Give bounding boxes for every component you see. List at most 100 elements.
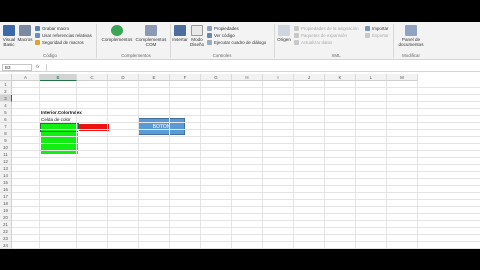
properties-button[interactable]: Propiedades — [207, 25, 239, 31]
row-header-22[interactable]: 22 — [0, 228, 12, 235]
worksheet-grid[interactable]: ABCDEFGHIJKLM 1 2 3 4 5 6 7 8 9 10 11 12 13 14 15 16 17 1… — [0, 74, 480, 249]
column-header-j[interactable]: J — [294, 74, 325, 81]
design-mode-button[interactable]: Modo Diseño — [189, 25, 205, 47]
gridline-vertical — [169, 81, 170, 249]
row-header-24[interactable]: 24 — [0, 242, 12, 249]
export-icon — [365, 32, 370, 38]
gridline-vertical — [293, 81, 294, 249]
view-code-icon — [207, 32, 212, 38]
gridline-vertical — [417, 81, 418, 249]
record-macro-button[interactable]: Grabar macro — [35, 25, 69, 31]
row-header-10[interactable]: 10 — [0, 144, 12, 151]
addins-icon — [111, 25, 123, 36]
select-all-corner[interactable] — [0, 74, 12, 81]
row-header-14[interactable]: 14 — [0, 172, 12, 179]
row-header-19[interactable]: 19 — [0, 207, 12, 214]
run-dialog-button[interactable]: Ejecutar cuadro de diálogo — [207, 39, 266, 45]
warning-icon — [35, 39, 40, 45]
insert-control-button[interactable]: Insertar — [172, 25, 188, 42]
row-header-13[interactable]: 13 — [0, 165, 12, 172]
gridline-horizontal — [12, 178, 480, 179]
row-header-8[interactable]: 8 — [0, 130, 12, 137]
row-header-6[interactable]: 6 — [0, 116, 12, 123]
column-header-k[interactable]: K — [325, 74, 356, 81]
macro-security-button[interactable]: Seguridad de macros — [35, 39, 84, 45]
excel-window: Visual Basic Macros Grabar macro Usar re… — [0, 22, 480, 249]
gridline-horizontal — [12, 136, 480, 137]
boton-shape-button[interactable]: BOTON — [138, 118, 185, 135]
code-group-label: Código — [43, 53, 57, 58]
column-header-c[interactable]: C — [77, 74, 108, 81]
view-code-button[interactable]: Ver código — [207, 32, 235, 38]
gridline-horizontal — [12, 143, 480, 144]
gridline-horizontal — [12, 108, 480, 109]
visual-basic-icon — [3, 25, 15, 36]
column-header-m[interactable]: M — [387, 74, 418, 81]
row-header-16[interactable]: 16 — [0, 186, 12, 193]
toolbox-icon — [174, 25, 186, 36]
macros-button[interactable]: Macros — [17, 25, 33, 42]
column-header-a[interactable]: A — [12, 74, 40, 81]
column-header-e[interactable]: E — [139, 74, 170, 81]
com-addins-button[interactable]: Complementos COM — [134, 25, 168, 47]
column-header-l[interactable]: L — [356, 74, 387, 81]
active-cell-b3[interactable] — [40, 123, 79, 132]
gridline-vertical — [262, 81, 263, 249]
column-header-d[interactable]: D — [108, 74, 139, 81]
gridline-vertical — [39, 81, 40, 249]
gridline-vertical — [231, 81, 232, 249]
row-header-18[interactable]: 18 — [0, 200, 12, 207]
map-properties-button[interactable]: Propiedades de la asignación — [294, 25, 359, 31]
row-header-11[interactable]: 11 — [0, 151, 12, 158]
map-properties-icon — [294, 25, 299, 31]
properties-icon — [207, 25, 212, 31]
gridline-vertical — [324, 81, 325, 249]
row-header-23[interactable]: 23 — [0, 235, 12, 242]
gridline-horizontal — [12, 171, 480, 172]
import-button[interactable]: Importar — [365, 25, 388, 31]
row-header-2[interactable]: 2 — [0, 88, 12, 95]
gridline-horizontal — [12, 115, 480, 116]
column-header-g[interactable]: G — [201, 74, 232, 81]
xml-source-icon — [278, 25, 290, 36]
row-header-20[interactable]: 20 — [0, 214, 12, 221]
gridline-horizontal — [12, 192, 480, 193]
group-separator — [170, 24, 171, 58]
name-box[interactable]: B3 — [2, 64, 32, 71]
row-header-9[interactable]: 9 — [0, 137, 12, 144]
gridline-horizontal — [12, 164, 480, 165]
refresh-data-button[interactable]: Actualizar datos — [294, 39, 332, 45]
row-header-7[interactable]: 7 — [0, 123, 12, 130]
column-header-b[interactable]: B — [40, 74, 77, 81]
record-macro-icon — [35, 25, 40, 31]
macros-icon — [19, 25, 31, 36]
row-header-21[interactable]: 21 — [0, 221, 12, 228]
formula-input[interactable] — [46, 64, 476, 71]
gridline-vertical — [355, 81, 356, 249]
import-icon — [365, 25, 370, 31]
row-header-4[interactable]: 4 — [0, 102, 12, 109]
xml-source-button[interactable]: Origen — [276, 25, 292, 42]
column-header-f[interactable]: F — [170, 74, 201, 81]
row-header-5[interactable]: 5 — [0, 109, 12, 116]
relative-references-button[interactable]: Usar referencias relativas — [35, 32, 92, 38]
gridline-horizontal — [12, 234, 480, 235]
run-dialog-icon — [207, 39, 212, 45]
gridline-horizontal — [12, 87, 480, 88]
column-header-i[interactable]: I — [263, 74, 294, 81]
gridline-horizontal — [12, 157, 480, 158]
row-header-17[interactable]: 17 — [0, 193, 12, 200]
visual-basic-button[interactable]: Visual Basic — [2, 25, 16, 47]
addins-button[interactable]: Complementos — [100, 25, 134, 42]
export-button[interactable]: Exportar — [365, 32, 389, 38]
addins-group-label: Complementos — [121, 53, 151, 58]
expansion-packs-button[interactable]: Paquetes de expansión — [294, 32, 347, 38]
expansion-packs-icon — [294, 32, 299, 38]
refresh-icon — [294, 39, 299, 45]
row-header-15[interactable]: 15 — [0, 179, 12, 186]
document-panel-button[interactable]: Panel de documentos — [397, 25, 425, 47]
row-header-1[interactable]: 1 — [0, 81, 12, 88]
row-header-12[interactable]: 12 — [0, 158, 12, 165]
row-header-3[interactable]: 3 — [0, 95, 12, 102]
column-header-h[interactable]: H — [232, 74, 263, 81]
